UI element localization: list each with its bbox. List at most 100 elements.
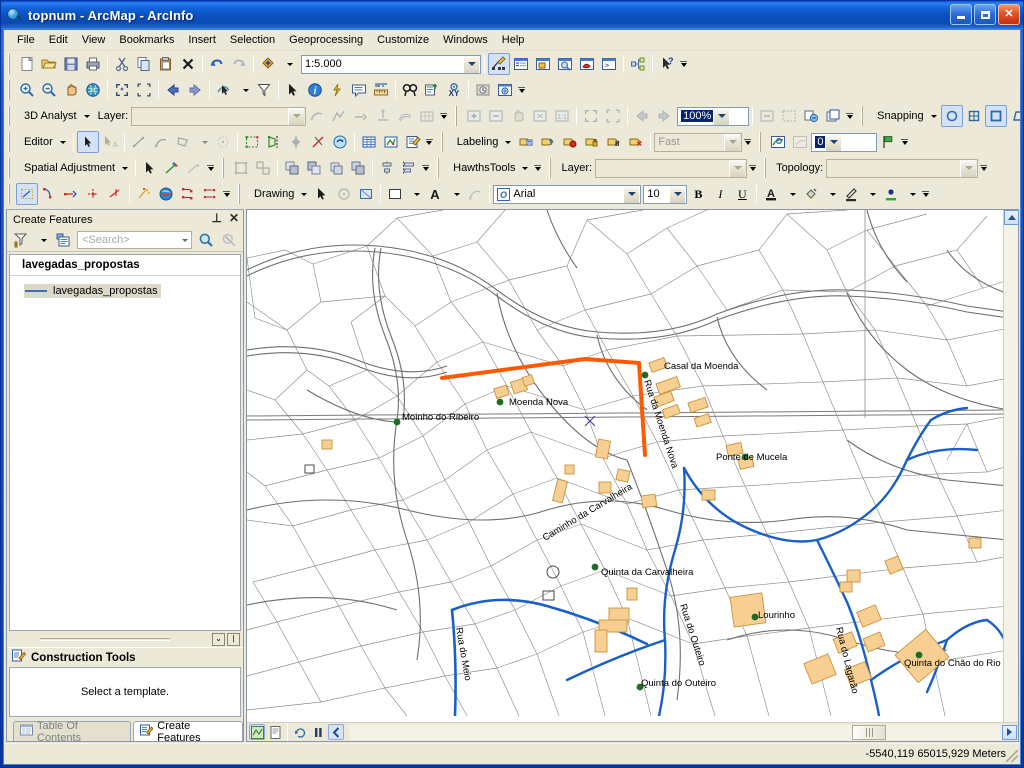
model-builder-icon[interactable] — [627, 53, 649, 75]
create-contour-icon[interactable] — [394, 105, 416, 127]
template-list[interactable]: lavegadas_propostas lavegadas_propostas — [9, 254, 241, 631]
scroll-up-arrow[interactable] — [1004, 210, 1019, 225]
remove-labels-icon[interactable] — [625, 131, 647, 153]
topology-layer-overflow[interactable] — [978, 157, 989, 179]
cluster-tolerance-combo[interactable]: 0 — [811, 132, 878, 152]
change-layout-icon[interactable] — [800, 105, 822, 127]
bold-button[interactable]: B — [687, 183, 709, 205]
hawths-layer-overflow[interactable] — [747, 157, 758, 179]
toolbar-grip[interactable] — [7, 106, 14, 126]
toolbar-grip[interactable] — [763, 158, 771, 178]
rotate-element-icon[interactable] — [333, 183, 355, 205]
cut-icon[interactable] — [111, 53, 133, 75]
label-quality-dropdown-arrow[interactable] — [724, 133, 741, 151]
menu-bookmarks[interactable]: Bookmarks — [112, 31, 181, 49]
drawing-new-text-icon[interactable] — [464, 183, 486, 205]
hawthstools-toolbar-overflow[interactable] — [532, 157, 543, 179]
catalog-icon[interactable] — [532, 53, 554, 75]
layout-view-icon[interactable] — [267, 724, 283, 740]
map-scale-dropdown-arrow[interactable] — [463, 55, 479, 73]
toolbar-grip[interactable] — [7, 132, 14, 152]
find-route-icon[interactable] — [421, 79, 443, 101]
graphics-toolbar-overflow[interactable] — [420, 157, 431, 179]
map-vertical-scrollbar[interactable] — [1003, 210, 1019, 722]
zoom-in-icon[interactable] — [16, 79, 38, 101]
go-back-page-icon[interactable] — [631, 105, 653, 127]
drawing-toolbar-overflow[interactable] — [920, 183, 931, 205]
menu-help[interactable]: Help — [495, 31, 532, 49]
toggle-draft-mode-icon[interactable] — [756, 105, 778, 127]
find-icon[interactable] — [399, 79, 421, 101]
effects-toolbar-overflow[interactable] — [844, 105, 855, 127]
zoom-out-data-icon[interactable] — [485, 105, 507, 127]
tab-create-features[interactable]: Create Features — [133, 720, 243, 744]
toolbar-grip[interactable] — [237, 184, 244, 204]
sketch-tool-icon[interactable] — [380, 131, 402, 153]
hscroll-track-left[interactable] — [349, 724, 852, 740]
multiple-links-icon[interactable] — [177, 183, 199, 205]
adjust-tools-overflow[interactable] — [221, 183, 232, 205]
underline-button[interactable]: U — [731, 183, 753, 205]
align-vertical-icon[interactable] — [376, 157, 398, 179]
map-horizontal-scrollbar[interactable] — [349, 724, 1017, 740]
copy-icon[interactable] — [133, 53, 155, 75]
zoom-whole-page-icon[interactable] — [529, 105, 551, 127]
create-new-template-icon[interactable] — [10, 229, 32, 251]
line-of-sight-icon[interactable] — [372, 105, 394, 127]
topology-dropdown-arrow[interactable] — [960, 159, 977, 177]
interpolate-line-icon[interactable] — [306, 105, 328, 127]
toolbar-grip[interactable] — [439, 132, 447, 152]
line-color-icon[interactable] — [840, 183, 862, 205]
python-window-icon[interactable]: >_ — [598, 53, 620, 75]
create-template-dropdown[interactable] — [33, 229, 51, 251]
profile-graph-icon[interactable] — [328, 105, 350, 127]
menu-windows[interactable]: Windows — [436, 31, 495, 49]
curve-segment-icon[interactable] — [150, 131, 172, 153]
editor-toolbar-icon[interactable] — [488, 53, 510, 75]
new-displacement-link-2-icon[interactable] — [38, 183, 60, 205]
standard-toolbar-overflow[interactable] — [678, 53, 689, 75]
select-elements-adjust-icon[interactable] — [139, 157, 161, 179]
map-topology-icon[interactable] — [767, 131, 789, 153]
toolbar-grip[interactable] — [436, 158, 444, 178]
clear-selection-icon[interactable] — [253, 79, 275, 101]
menu-customize[interactable]: Customize — [370, 31, 436, 49]
fill-bucket-dropdown[interactable] — [822, 183, 840, 205]
pause-labeling-icon[interactable] — [603, 131, 625, 153]
add-data-dropdown[interactable] — [279, 53, 297, 75]
add-data-icon[interactable] — [257, 53, 279, 75]
editor-menu[interactable]: Editor — [16, 132, 70, 153]
fill-color-dropdown[interactable] — [406, 183, 424, 205]
select-topology-icon[interactable] — [789, 131, 811, 153]
clear-search-icon[interactable] — [218, 229, 240, 251]
toolbar-grip[interactable] — [454, 106, 462, 126]
analyst-3d-toolbar-overflow[interactable] — [438, 105, 449, 127]
editor-toolbar-overflow[interactable] — [424, 131, 435, 153]
attributes-sketch-icon[interactable] — [307, 131, 329, 153]
measure-icon[interactable] — [370, 79, 392, 101]
pan-data-icon[interactable] — [507, 105, 529, 127]
edit-annotation-tool-icon[interactable]: A — [99, 131, 121, 153]
attribute-table-icon[interactable] — [358, 131, 380, 153]
minimize-button[interactable] — [950, 4, 972, 25]
label-weight-icon[interactable] — [559, 131, 581, 153]
organize-templates-icon[interactable] — [52, 229, 74, 251]
select-adjust-features-icon[interactable] — [16, 183, 38, 205]
modify-link-icon[interactable] — [82, 183, 104, 205]
paste-icon[interactable] — [155, 53, 177, 75]
toolbar-grip[interactable] — [758, 132, 766, 152]
undo-icon[interactable] — [206, 53, 228, 75]
zoom-out-page-icon[interactable] — [602, 105, 624, 127]
focus-data-frame-icon[interactable] — [778, 105, 800, 127]
pan-icon[interactable] — [60, 79, 82, 101]
open-icon[interactable] — [38, 53, 60, 75]
zoom-out-icon[interactable] — [38, 79, 60, 101]
select-graphics-icon[interactable] — [230, 157, 252, 179]
identify-icon[interactable]: i — [304, 79, 326, 101]
straight-segment-icon[interactable] — [128, 131, 150, 153]
fixed-zoom-in-icon[interactable] — [111, 79, 133, 101]
topology-combo[interactable] — [826, 158, 979, 178]
table-of-contents-icon[interactable] — [510, 53, 532, 75]
toolbar-grip[interactable] — [221, 158, 229, 178]
close-panel-icon[interactable]: ✕ — [229, 212, 239, 224]
